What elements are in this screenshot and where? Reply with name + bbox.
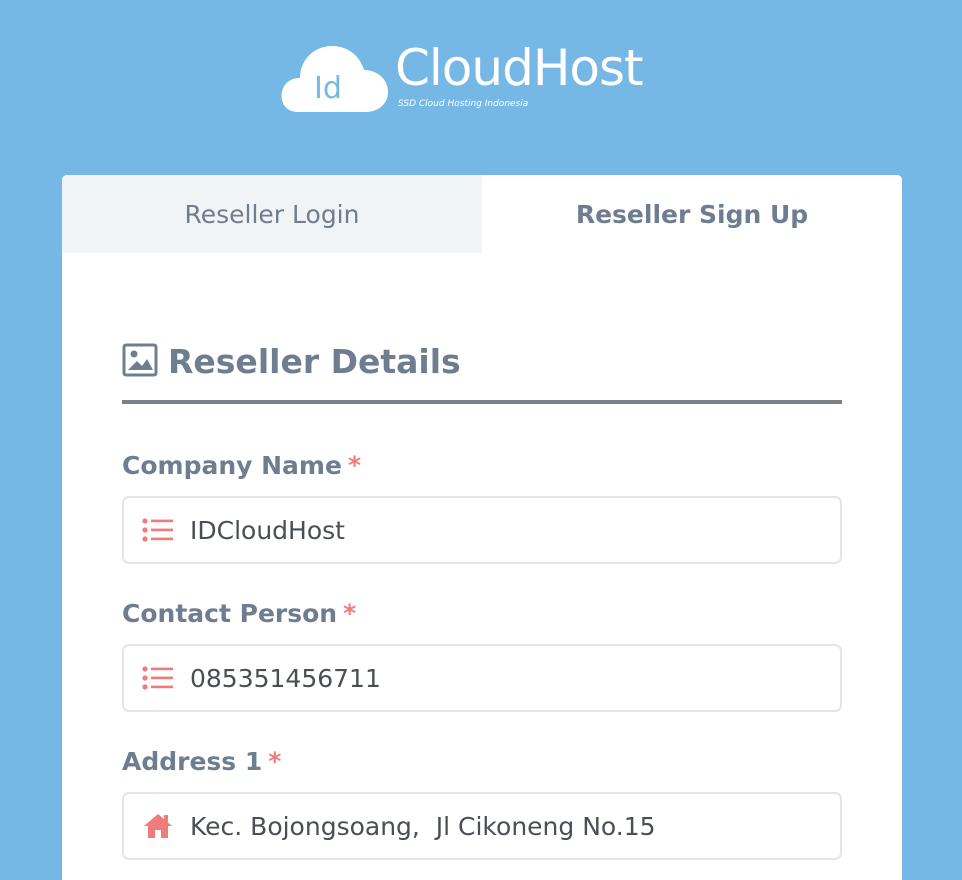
image-icon xyxy=(122,343,158,377)
idcloudhost-logo: Id CloudHost SSD Cloud Hosting Indonesia xyxy=(280,38,680,118)
section-title: Reseller Details xyxy=(168,342,461,381)
address1-input[interactable] xyxy=(190,811,830,841)
tab-reseller-signup[interactable]: Reseller Sign Up xyxy=(482,175,902,253)
tab-reseller-login[interactable]: Reseller Login xyxy=(62,175,482,253)
cloud-logo-icon: Id xyxy=(281,46,388,112)
required-mark: * xyxy=(268,747,282,776)
address1-field[interactable] xyxy=(122,792,842,860)
section-header: Reseller Details xyxy=(122,340,842,404)
contact-person-field[interactable] xyxy=(122,644,842,712)
contact-person-label-text: Contact Person xyxy=(122,599,338,628)
logo-badge-text: Id xyxy=(314,71,342,106)
list-icon xyxy=(142,664,176,692)
required-mark: * xyxy=(347,451,362,480)
company-name-label-text: Company Name xyxy=(122,451,342,480)
logo-name: CloudHost xyxy=(395,39,644,97)
signup-card: Reseller Login Reseller Sign Up Reseller… xyxy=(62,175,902,880)
list-icon xyxy=(142,516,176,544)
company-name-input[interactable] xyxy=(190,515,830,545)
required-mark: * xyxy=(343,599,357,628)
logo-tagline: SSD Cloud Hosting Indonesia xyxy=(398,99,529,109)
home-icon xyxy=(142,812,176,840)
company-name-field[interactable] xyxy=(122,496,842,564)
contact-person-input[interactable] xyxy=(190,663,830,693)
address1-label-text: Address 1 xyxy=(122,747,263,776)
address1-label: Address 1 * xyxy=(122,746,281,778)
company-name-label: Company Name * xyxy=(122,450,361,482)
tab-bar: Reseller Login Reseller Sign Up xyxy=(62,175,902,253)
contact-person-label: Contact Person * xyxy=(122,598,356,630)
